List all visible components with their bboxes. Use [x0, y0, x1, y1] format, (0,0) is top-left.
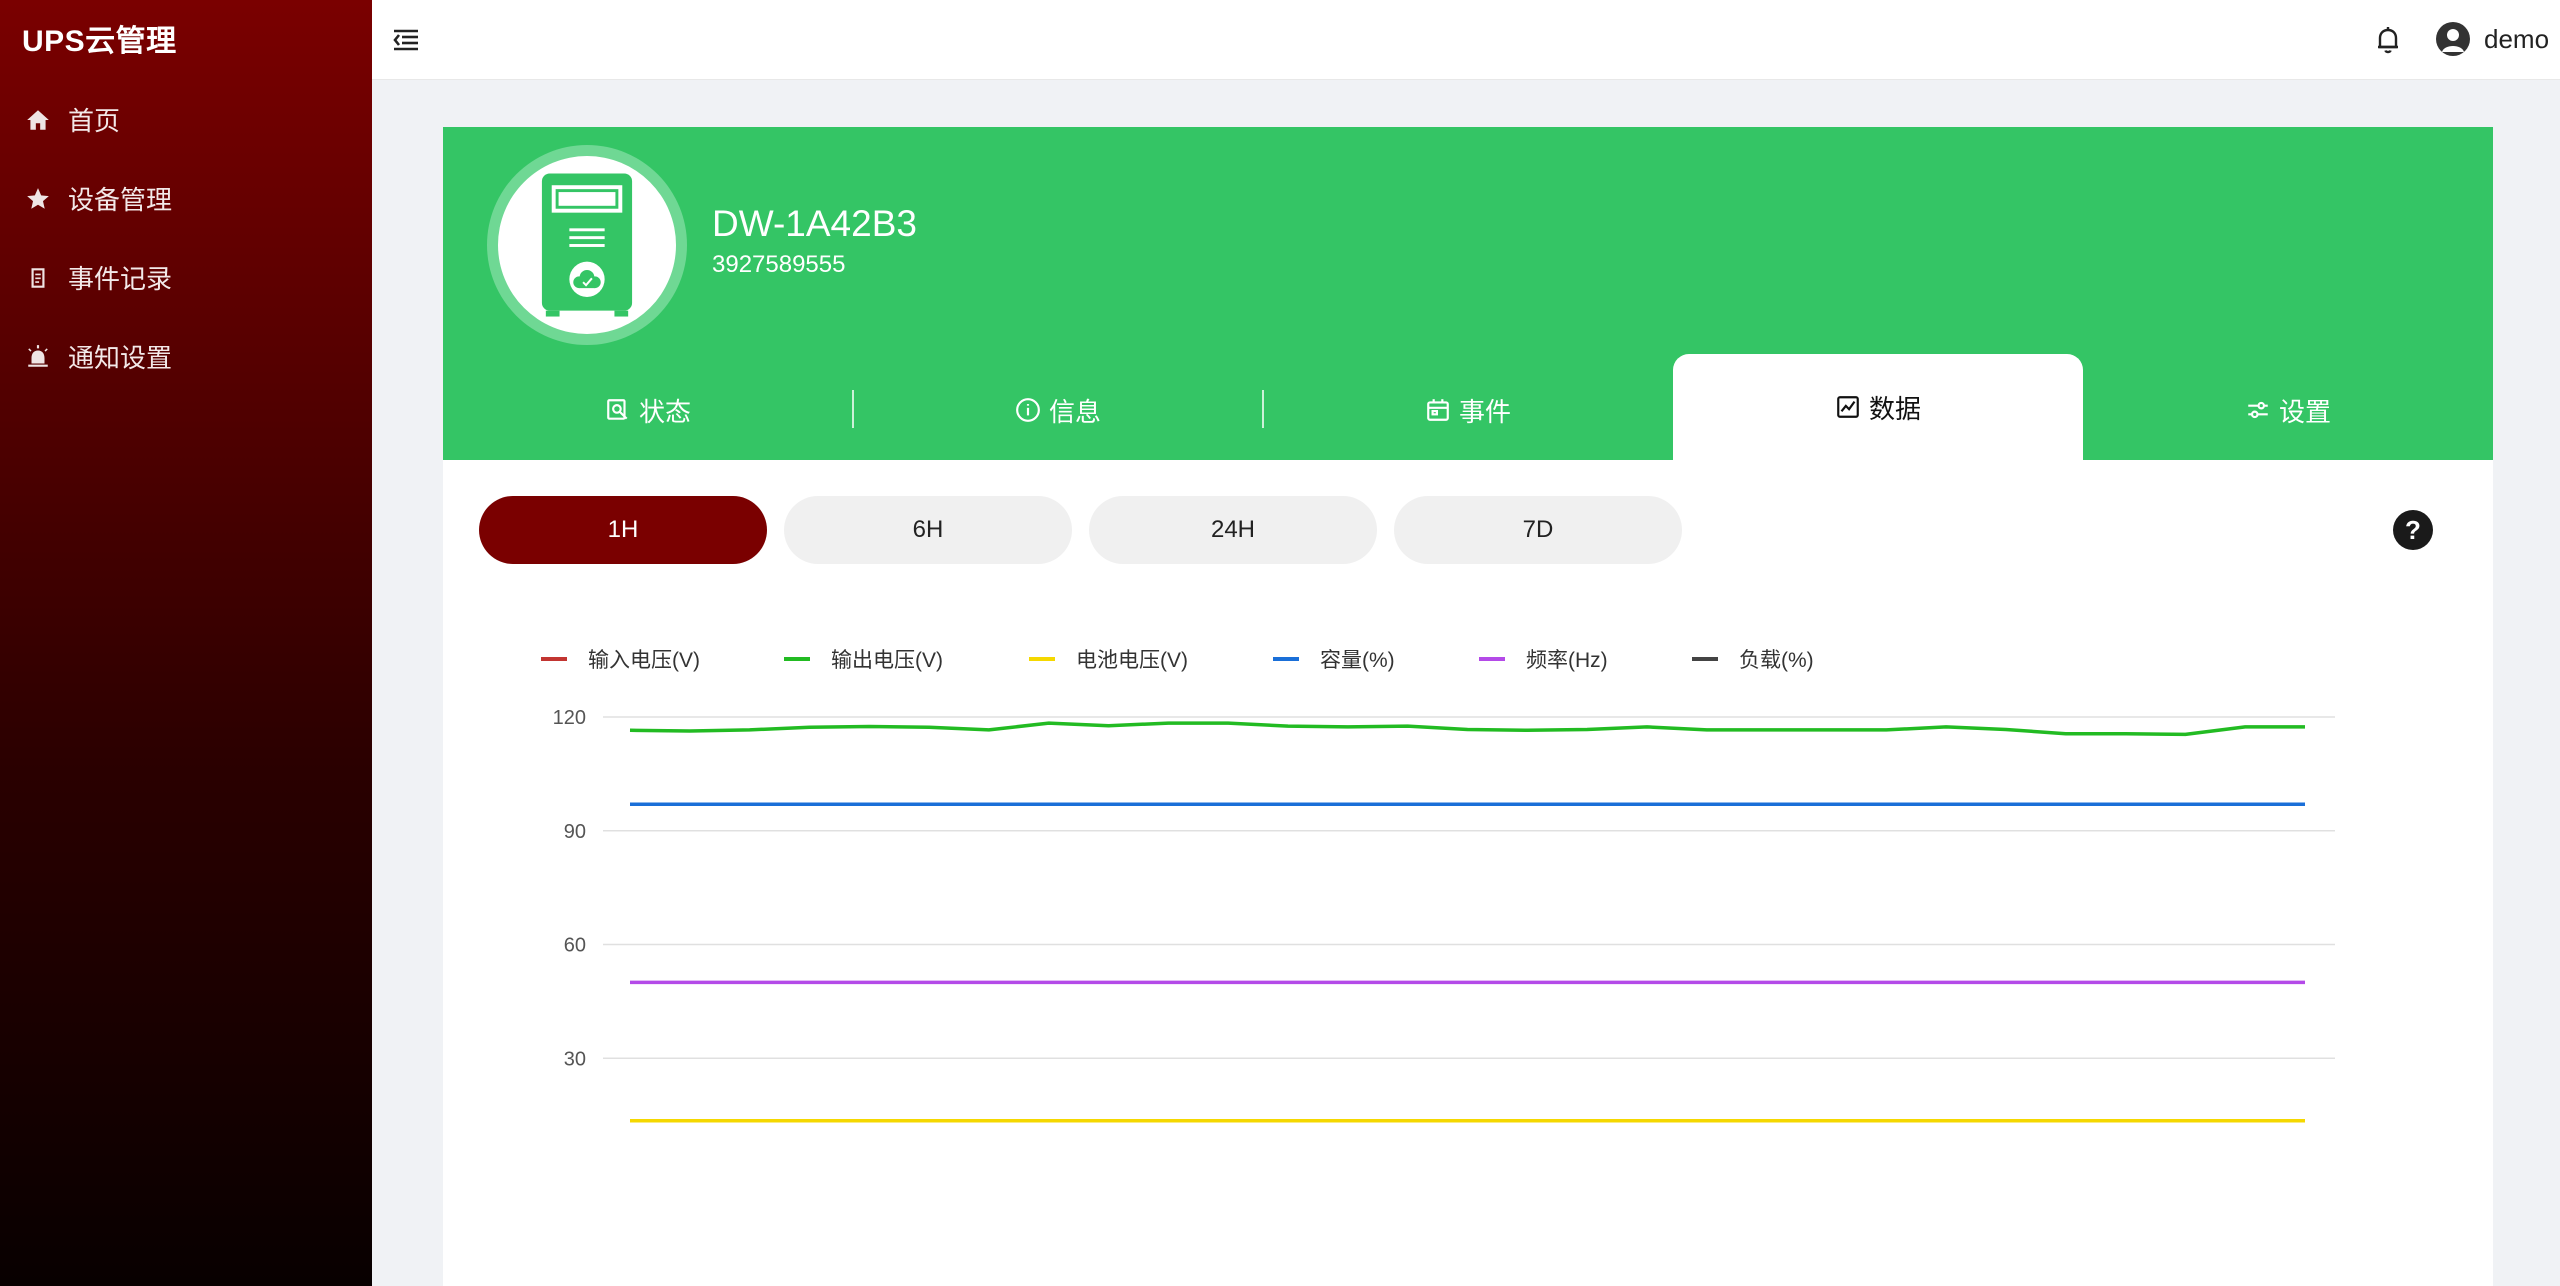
y-tick-label: 90	[564, 821, 586, 843]
home-icon	[24, 106, 52, 134]
app-title: UPS云管理	[22, 25, 177, 58]
legend-item: 电池电压(V)	[1029, 649, 1188, 672]
sidebar-item-label: 设备管理	[68, 185, 173, 215]
legend-item: 负载(%)	[1692, 649, 1814, 672]
sidebar-item-label: 首页	[68, 106, 121, 136]
legend-label: 输入电压(V)	[588, 649, 700, 672]
top-bar: demo	[372, 0, 2560, 80]
legend-label: 负载(%)	[1739, 649, 1814, 672]
menu-collapse-icon[interactable]	[388, 22, 424, 58]
sidebar-item-devices[interactable]: 设备管理	[0, 159, 372, 238]
legend-label: 频率(Hz)	[1526, 649, 1608, 672]
legend-item: 容量(%)	[1273, 649, 1395, 672]
legend-label: 容量(%)	[1320, 649, 1395, 672]
user-name: demo	[2484, 23, 2550, 54]
sidebar-item-label: 事件记录	[68, 264, 173, 294]
legend-label: 输出电压(V)	[831, 649, 943, 672]
bell-icon[interactable]	[2370, 22, 2406, 58]
legend-item: 频率(Hz)	[1479, 649, 1608, 672]
sidebar-item-events[interactable]: 事件记录	[0, 238, 372, 317]
y-tick-label: 120	[553, 707, 586, 729]
alarm-icon	[24, 343, 52, 371]
series-line	[629, 721, 2305, 737]
sidebar-item-notify[interactable]: 通知设置	[0, 317, 372, 396]
y-tick-label: 30	[564, 1048, 586, 1070]
data-chart: 03060901202025-07-17 02:43:382025-07-17 …	[541, 649, 2335, 1123]
user-menu[interactable]: demo	[2436, 18, 2549, 60]
star-icon	[24, 185, 52, 213]
y-tick-label: 60	[564, 935, 586, 957]
legend-item: 输入电压(V)	[541, 649, 700, 672]
avatar-icon	[2436, 22, 2470, 56]
legend-label: 电池电压(V)	[1076, 649, 1188, 672]
device-card: DW-1A42B3 3927589555 状态 信息 事件 数据 设置 1H 6…	[443, 127, 2493, 1286]
legend-item: 输出电压(V)	[784, 649, 943, 672]
sidebar-item-home[interactable]: 首页	[0, 80, 372, 159]
clipboard-icon	[24, 264, 52, 292]
sidebar-item-label: 通知设置	[68, 343, 173, 373]
sidebar: UPS云管理 首页 设备管理 事件记录 通知设置	[0, 0, 372, 1286]
